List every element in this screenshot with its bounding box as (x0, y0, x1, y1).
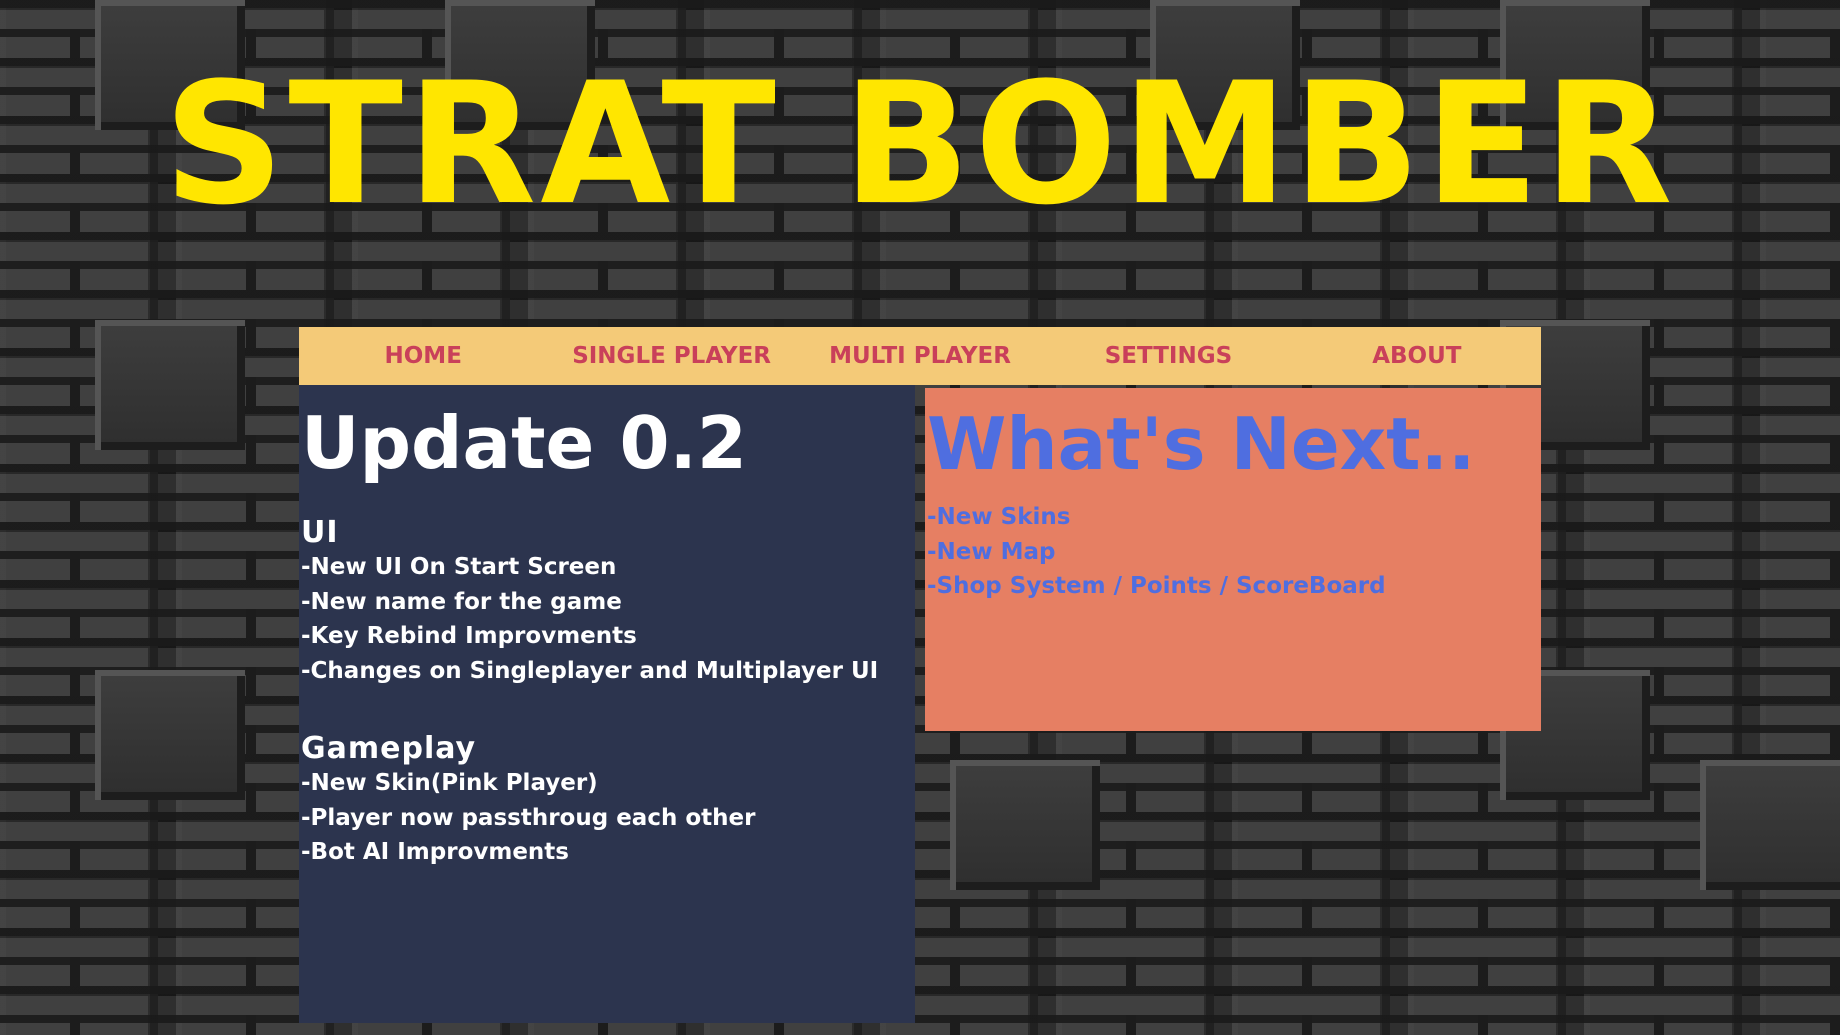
list-item: -New name for the game (301, 588, 622, 615)
wall-block (95, 670, 245, 800)
list-item: -New Map (927, 538, 1056, 565)
nav-about[interactable]: ABOUT (1293, 343, 1541, 369)
list-item: -Key Rebind Improvments (301, 623, 637, 649)
nav-home[interactable]: HOME (299, 343, 547, 369)
whats-next-list: -New Skins -New Map -Shop System / Point… (927, 500, 1386, 604)
list-item: -New UI On Start Screen (301, 554, 617, 580)
section-heading-ui: UI (301, 515, 339, 550)
nav-multi-player[interactable]: MULTI PLAYER (796, 343, 1044, 369)
list-item: -Bot AI Improvments (301, 839, 569, 865)
list-item: -New Skins (927, 504, 1071, 530)
update-notes-panel: Update 0.2 UI -New UI On Start Screen -N… (299, 385, 915, 1023)
list-item: -Shop System / Points / ScoreBoard (927, 573, 1386, 599)
section-heading-gameplay: Gameplay (301, 731, 477, 766)
whats-next-title: What's Next.. (927, 402, 1476, 486)
list-item: -Changes on Singleplayer and Multiplayer… (301, 657, 879, 684)
wall-block (1700, 760, 1840, 890)
gameplay-changes-list: -New Skin(Pink Player) -Player now passt… (301, 766, 755, 870)
list-item: -Player now passthroug each other (301, 804, 756, 831)
wall-block (95, 320, 245, 450)
ui-changes-list: -New UI On Start Screen -New name for th… (301, 550, 878, 688)
game-title: STRAT BOMBER (163, 46, 1677, 242)
whats-next-panel: What's Next.. -New Skins -New Map -Shop … (925, 388, 1541, 731)
update-title: Update 0.2 (301, 401, 747, 485)
list-item: -New Skin(Pink Player) (301, 770, 598, 796)
wall-block (950, 760, 1100, 890)
main-nav: HOME SINGLE PLAYER MULTI PLAYER SETTINGS… (299, 327, 1541, 385)
nav-single-player[interactable]: SINGLE PLAYER (547, 343, 795, 369)
nav-settings[interactable]: SETTINGS (1044, 343, 1292, 369)
